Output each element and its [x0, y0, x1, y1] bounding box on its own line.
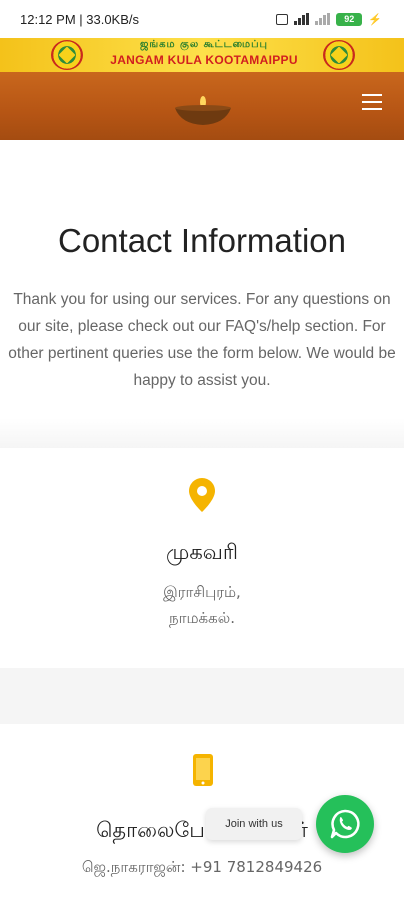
notification-icon — [276, 13, 289, 25]
banner-title: ஜங்கம குல கூட்டமைப்பு JANGAM KULA KOOTAM… — [96, 39, 312, 67]
phone-heading-start: தொலைபே — [96, 818, 205, 842]
address-line-2: நாமக்கல். — [169, 609, 235, 627]
whatsapp-icon — [330, 809, 360, 839]
phone-number[interactable]: ஜெ.நாகராஜன்: +91 7812849426 — [0, 858, 404, 878]
banner-english-text: JANGAM KULA KOOTAMAIPPU — [110, 53, 298, 67]
signal-icon-2 — [315, 13, 331, 25]
status-bar: 12:12 PM | 33.0KB/s 92 ⚡ — [0, 0, 404, 38]
map-pin-icon — [189, 478, 215, 512]
site-banner[interactable]: ஜங்கம குல கூட்டமைப்பு JANGAM KULA KOOTAM… — [0, 38, 404, 72]
whatsapp-button[interactable] — [316, 795, 374, 853]
page-title: Contact Information — [58, 222, 346, 259]
intro-text: Thank you for using our services. For an… — [8, 291, 396, 389]
mobile-phone-icon — [193, 754, 213, 786]
status-time-speed: 12:12 PM | 33.0KB/s — [20, 11, 139, 27]
address-line-1: இராசிபுரம், — [163, 583, 241, 601]
charging-icon: ⚡ — [368, 13, 382, 26]
battery-icon: 92 — [336, 12, 363, 26]
hamburger-menu-icon[interactable] — [362, 94, 382, 110]
status-icons: 92 ⚡ — [276, 12, 382, 26]
section-divider — [0, 668, 404, 724]
section-divider — [0, 418, 404, 448]
jangam-emblem-icon — [323, 40, 355, 70]
oil-lamp-icon — [175, 96, 231, 125]
join-with-us-label[interactable]: Join with us — [206, 808, 302, 840]
address-heading: முகவரி — [166, 540, 238, 564]
jangam-emblem-icon — [51, 40, 83, 70]
signal-icon — [294, 13, 310, 25]
banner-tamil-text: ஜங்கம குல கூட்டமைப்பு — [140, 39, 268, 50]
